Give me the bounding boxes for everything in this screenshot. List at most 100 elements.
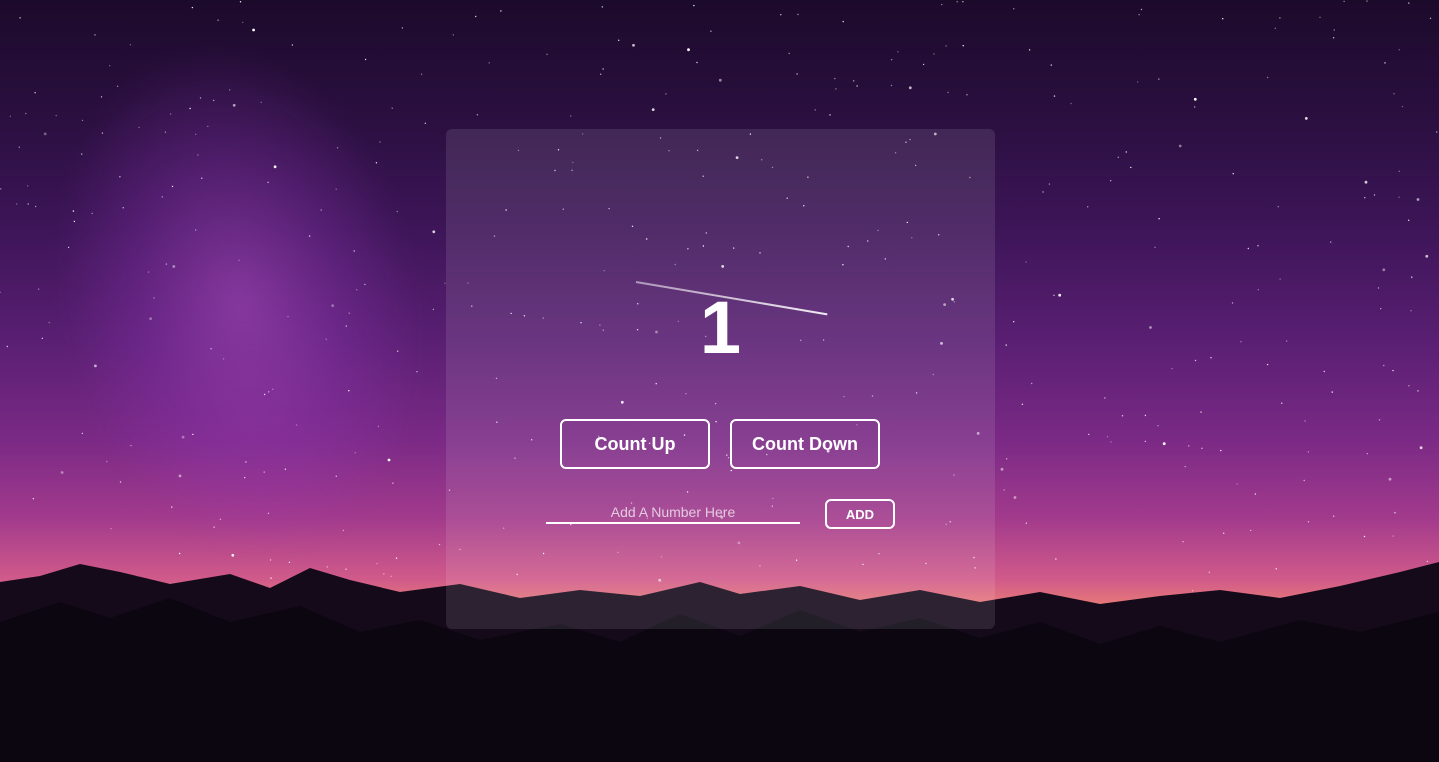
star	[238, 259, 240, 262]
star	[710, 30, 712, 32]
star	[432, 308, 435, 311]
star	[488, 62, 490, 64]
star	[331, 304, 335, 307]
star	[1110, 180, 1112, 182]
star	[941, 3, 943, 6]
star	[379, 141, 381, 143]
star	[1281, 402, 1283, 404]
star	[192, 433, 194, 436]
star	[1384, 62, 1386, 64]
star	[947, 91, 949, 94]
star	[1319, 16, 1321, 18]
star	[1087, 206, 1089, 208]
star	[6, 345, 8, 348]
count-up-button[interactable]: Count Up	[560, 419, 710, 469]
star	[1231, 302, 1234, 304]
star	[1125, 151, 1128, 153]
star	[1117, 156, 1120, 158]
star	[1333, 515, 1335, 517]
star	[348, 312, 350, 314]
star	[687, 48, 690, 52]
star	[207, 125, 209, 128]
star	[153, 297, 155, 299]
star	[171, 506, 173, 508]
star	[1332, 37, 1335, 39]
star	[164, 131, 167, 133]
star	[1028, 49, 1031, 51]
star	[391, 107, 393, 109]
star	[1393, 93, 1395, 95]
star	[91, 212, 93, 215]
star	[1136, 81, 1139, 83]
count-down-button[interactable]: Count Down	[730, 419, 880, 469]
star	[1194, 359, 1197, 362]
star	[110, 527, 112, 530]
star	[1005, 344, 1007, 346]
star	[1394, 512, 1396, 514]
star	[966, 94, 968, 96]
star	[356, 289, 358, 291]
star	[138, 126, 140, 129]
star	[364, 58, 367, 61]
star	[1140, 8, 1143, 11]
star	[1149, 326, 1152, 329]
star	[116, 85, 119, 88]
star	[1182, 541, 1184, 543]
star	[1416, 198, 1420, 201]
star	[229, 89, 231, 91]
number-input[interactable]	[546, 502, 800, 524]
star	[377, 425, 380, 428]
star	[1425, 254, 1429, 258]
star	[1144, 440, 1147, 443]
star	[165, 263, 168, 265]
star	[94, 34, 96, 36]
star	[602, 68, 604, 70]
star	[1223, 532, 1225, 534]
star	[618, 39, 620, 41]
star	[41, 337, 43, 339]
star	[197, 154, 199, 156]
star	[308, 235, 311, 237]
star	[342, 529, 345, 532]
star	[0, 291, 1, 293]
star	[252, 28, 256, 32]
star	[1377, 287, 1380, 289]
star	[1031, 382, 1033, 385]
star	[922, 63, 925, 66]
star	[693, 4, 695, 7]
star	[1277, 206, 1280, 208]
star	[1257, 245, 1259, 247]
star	[1154, 246, 1156, 248]
star	[1138, 14, 1140, 16]
star	[1401, 105, 1404, 108]
star	[94, 364, 97, 368]
star	[213, 526, 215, 528]
star	[245, 461, 247, 463]
star	[1429, 17, 1432, 19]
star	[260, 101, 262, 104]
star	[106, 460, 108, 463]
star	[392, 482, 394, 484]
star	[267, 181, 269, 184]
star	[149, 317, 153, 320]
star	[1274, 27, 1277, 29]
star	[1373, 194, 1376, 196]
counter-display: 1	[699, 286, 742, 369]
add-button[interactable]: ADD	[825, 499, 895, 529]
star	[195, 229, 197, 231]
star	[956, 1, 958, 3]
star	[1240, 341, 1242, 343]
star	[27, 185, 29, 187]
star	[420, 73, 423, 75]
star	[1232, 173, 1234, 175]
star	[375, 162, 378, 164]
star	[181, 435, 185, 439]
star	[171, 185, 174, 188]
star	[34, 205, 37, 208]
star	[178, 552, 181, 555]
star	[814, 109, 816, 111]
star	[1210, 357, 1212, 359]
star	[632, 43, 635, 47]
star	[27, 203, 29, 205]
star	[1366, 0, 1368, 2]
